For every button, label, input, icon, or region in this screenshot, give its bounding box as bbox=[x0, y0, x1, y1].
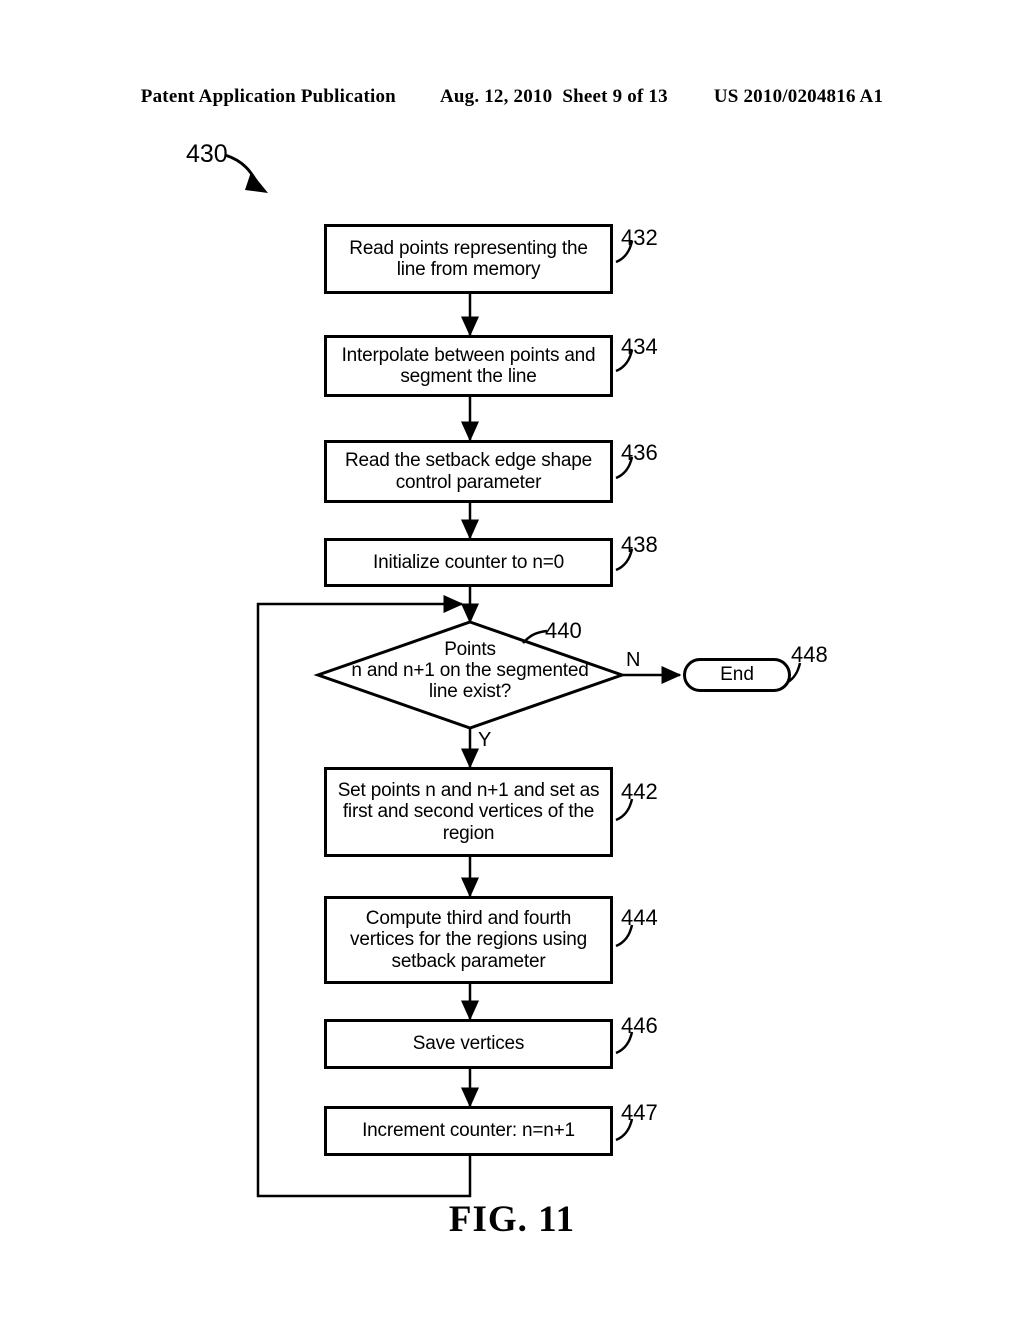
process-node-434[interactable]: Interpolate between points and segment t… bbox=[324, 335, 613, 397]
node-444-line2: vertices for the regions using bbox=[350, 929, 587, 951]
node-438-line1: Initialize counter to n=0 bbox=[373, 551, 564, 573]
diagram-ref-430: 430 bbox=[186, 140, 228, 168]
node-432-line1: Read points representing the bbox=[349, 237, 588, 259]
node-442-line2: first and second vertices of the bbox=[342, 801, 595, 823]
ref-number-446: 446 bbox=[621, 1013, 658, 1038]
ref-number-442: 442 bbox=[621, 779, 658, 804]
process-node-446[interactable]: Save vertices bbox=[324, 1019, 613, 1069]
process-node-438[interactable]: Initialize counter to n=0 bbox=[324, 538, 613, 587]
node-434-line2: segment the line bbox=[400, 366, 537, 387]
ref-number-440: 440 bbox=[545, 618, 582, 643]
ref-number-444: 444 bbox=[621, 905, 658, 930]
process-node-447[interactable]: Increment counter: n=n+1 bbox=[324, 1106, 613, 1156]
diagram-ref-leader-430 bbox=[224, 153, 268, 193]
node-436-line1: Read the setback edge shape bbox=[344, 450, 593, 472]
branch-label-no: N bbox=[626, 649, 641, 671]
node-447-line1: Increment counter: n=n+1 bbox=[362, 1120, 575, 1142]
process-node-442[interactable]: Set points n and n+1 and set as first an… bbox=[324, 767, 613, 857]
node-442-line3: region bbox=[442, 822, 495, 844]
node-442-line1: Set points n and n+1 and set as bbox=[337, 780, 600, 802]
ref-number-438: 438 bbox=[621, 532, 658, 557]
ref-number-448: 448 bbox=[791, 642, 828, 667]
node-444-line3: setback parameter bbox=[391, 950, 546, 972]
node-436-line2: control parameter bbox=[395, 471, 542, 493]
terminator-node-448-end[interactable]: End bbox=[683, 658, 791, 692]
node-434-line1: Interpolate between points and bbox=[341, 344, 596, 366]
branch-label-yes: Y bbox=[478, 729, 492, 751]
node-448-label: End bbox=[720, 664, 754, 685]
ref-number-434: 434 bbox=[621, 334, 658, 359]
process-node-444[interactable]: Compute third and fourth vertices for th… bbox=[324, 896, 613, 984]
node-446-line1: Save vertices bbox=[412, 1033, 525, 1055]
ref-number-432: 432 bbox=[621, 225, 658, 250]
process-node-436[interactable]: Read the setback edge shape control para… bbox=[324, 440, 613, 503]
figure-caption: FIG. 11 bbox=[448, 1199, 576, 1240]
node-444-line1: Compute third and fourth bbox=[365, 908, 572, 930]
ref-number-436: 436 bbox=[621, 440, 658, 465]
node-432-line2: line from memory bbox=[396, 259, 541, 280]
process-node-432[interactable]: Read points representing the line from m… bbox=[324, 224, 613, 294]
ref-number-447: 447 bbox=[621, 1100, 658, 1125]
